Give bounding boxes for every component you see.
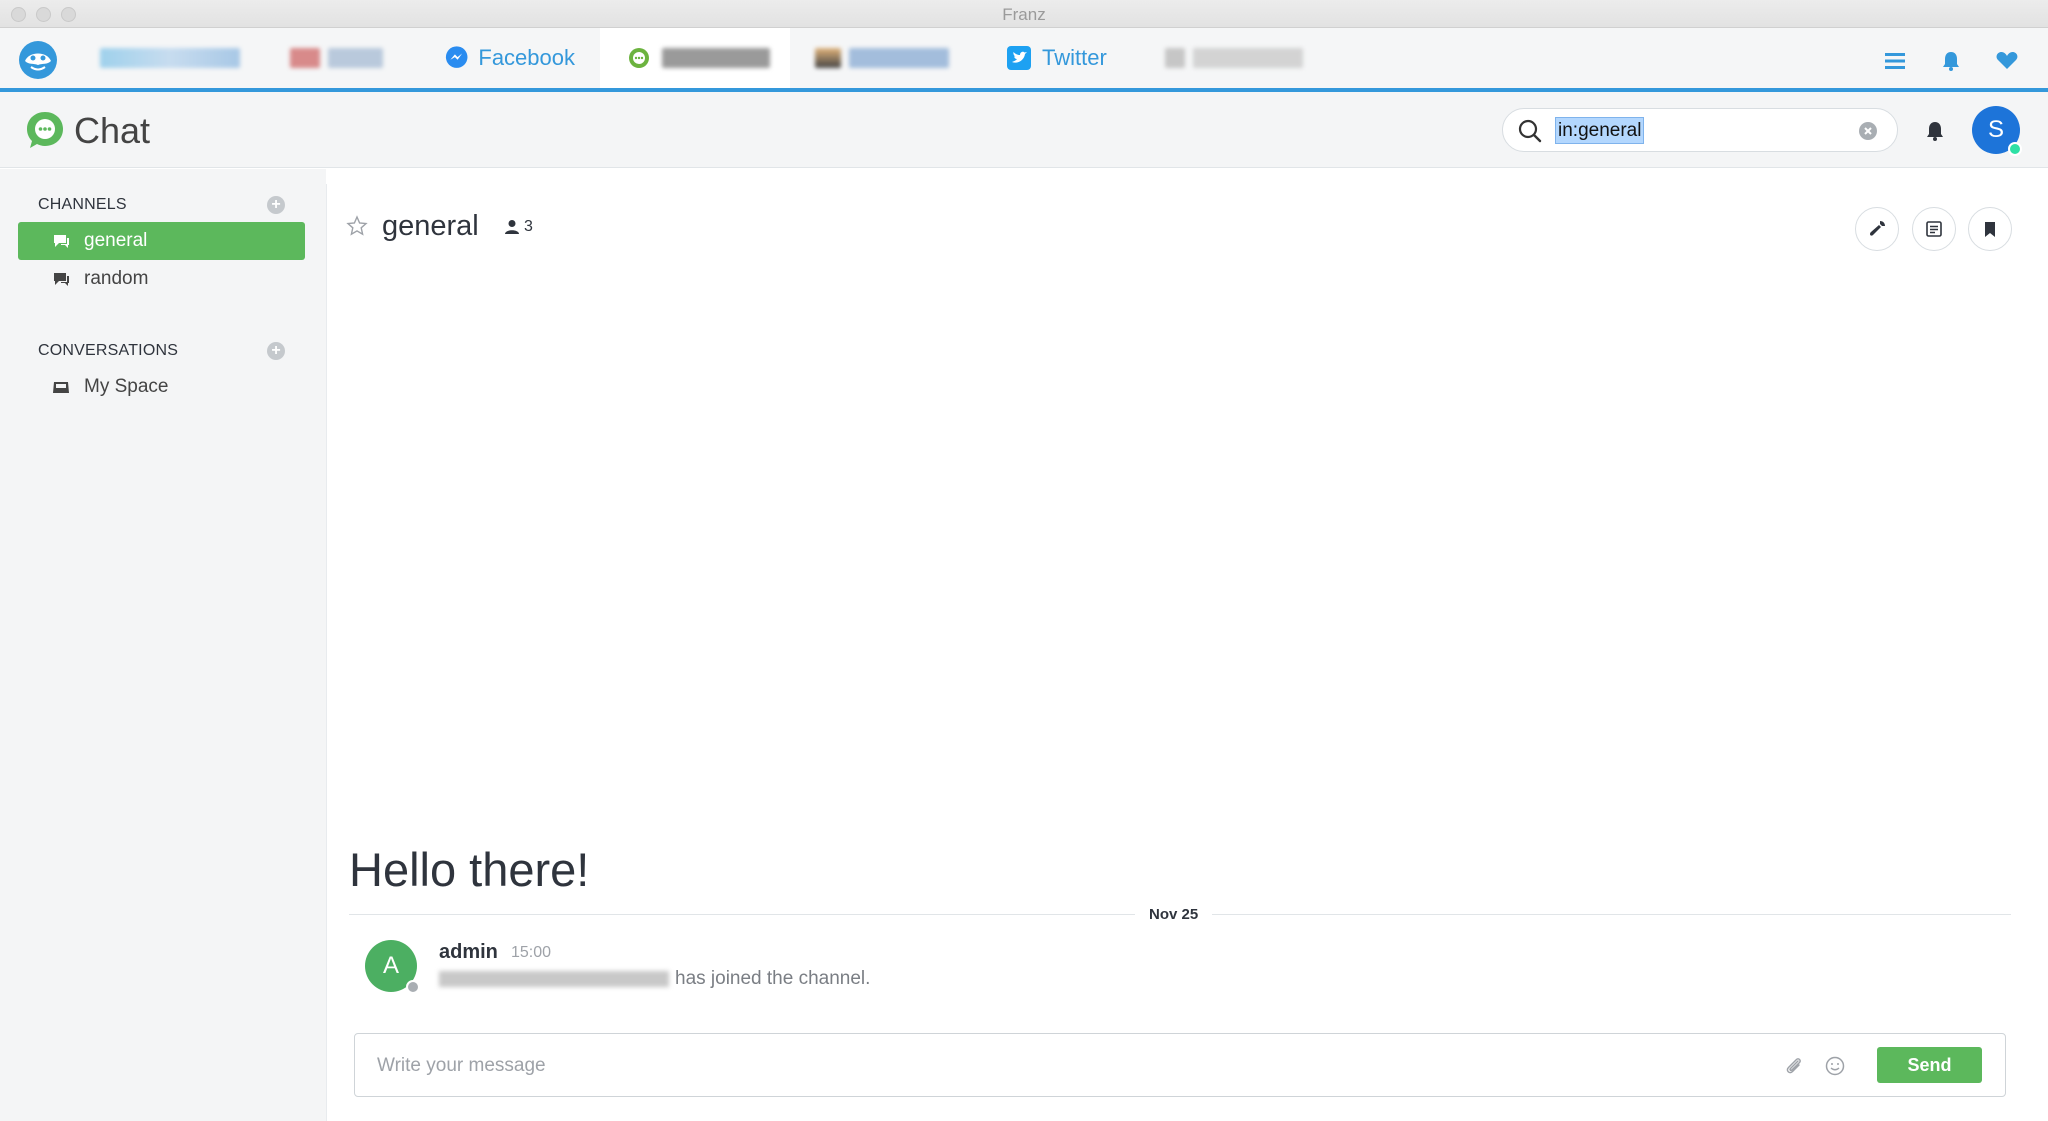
attachment-clip-icon[interactable] <box>1783 1055 1805 1077</box>
message-avatar-initial: A <box>382 952 399 979</box>
members-icon <box>505 220 519 234</box>
blurred-user-name <box>439 971 669 987</box>
sidebar-item-random[interactable]: random <box>18 260 305 298</box>
channel-chat-icon <box>54 235 69 248</box>
sidebar-item-label: general <box>84 230 148 251</box>
search-icon <box>1518 119 1542 143</box>
search-input[interactable] <box>1553 117 1853 145</box>
service-tab-5[interactable] <box>815 28 965 88</box>
inbox-icon <box>53 382 69 393</box>
send-button[interactable]: Send <box>1877 1047 1982 1083</box>
service-tab-7[interactable] <box>1165 28 1325 88</box>
room-panel: general 3 Hello there! Nov 25 A admin 15… <box>326 184 2032 1121</box>
service-tab-facebook[interactable]: Facebook <box>445 28 575 88</box>
message-composer: Send <box>354 1033 2006 1097</box>
message-input[interactable] <box>377 1052 1677 1080</box>
heart-icon[interactable] <box>1994 48 2020 74</box>
sidebar-item-general[interactable]: general <box>18 222 305 260</box>
room-info-button[interactable] <box>1912 207 1956 251</box>
emoji-smiley-icon[interactable] <box>1824 1055 1846 1077</box>
clear-search-icon[interactable] <box>1859 122 1877 140</box>
blurred-service-icon <box>1165 48 1185 68</box>
member-count[interactable]: 3 <box>503 218 533 236</box>
service-tab-1[interactable] <box>100 28 250 88</box>
add-conversation-button[interactable]: + <box>267 342 285 360</box>
online-status-dot <box>2008 142 2022 156</box>
franz-logo-icon[interactable] <box>19 41 57 79</box>
user-avatar-initial: S <box>1987 116 2004 143</box>
service-tab-bar: Facebook Twitter <box>0 28 2048 92</box>
blurred-service-icon <box>815 48 841 68</box>
welcome-message: Hello there! <box>349 843 590 896</box>
member-count-value: 3 <box>524 218 533 235</box>
room-settings-button[interactable] <box>1855 207 1899 251</box>
notifications-bell-icon[interactable] <box>1938 48 1964 74</box>
date-divider-label: Nov 25 <box>1135 906 1213 923</box>
add-channel-button[interactable]: + <box>267 196 285 214</box>
window-title: Franz <box>1002 5 1046 24</box>
sidebar-item-my-space[interactable]: My Space <box>18 368 305 406</box>
service-tab-2[interactable] <box>290 28 400 88</box>
channels-heading: CHANNELS <box>38 196 127 213</box>
channel-chat-icon <box>54 273 69 286</box>
room-title: general <box>382 210 479 242</box>
sidebar: CHANNELS + general random CONVERSATIONS … <box>0 169 326 1121</box>
message-username[interactable]: admin <box>439 941 498 964</box>
sidebar-item-label: My Space <box>84 376 169 397</box>
hamburger-menu-icon[interactable] <box>1882 48 1908 74</box>
conversations-heading: CONVERSATIONS <box>38 342 179 359</box>
message-avatar[interactable]: A <box>365 940 420 994</box>
room-notifications-bell-icon[interactable] <box>1922 118 1948 144</box>
blurred-service-name <box>328 48 383 68</box>
message-body: has joined the channel. <box>439 968 870 990</box>
blurred-service-name <box>1193 48 1303 68</box>
message-text: has joined the channel. <box>675 968 871 989</box>
service-tab-twitter[interactable]: Twitter <box>1006 28 1126 88</box>
tab-label-twitter: Twitter <box>1042 45 1107 70</box>
message-timestamp: 15:00 <box>511 944 552 961</box>
sidebar-item-label: random <box>84 268 149 289</box>
chat-logo-icon <box>27 112 63 148</box>
messenger-icon <box>445 46 468 68</box>
blurred-service-name <box>662 48 770 68</box>
app-title: Chat <box>74 110 151 151</box>
bookmark-icon <box>1985 222 1995 237</box>
pinned-messages-button[interactable] <box>1968 207 2012 251</box>
wrench-icon <box>1870 221 1885 236</box>
chat-service-icon <box>629 48 649 68</box>
details-list-icon <box>1926 221 1942 237</box>
favorite-star-icon[interactable] <box>345 214 369 238</box>
tab-label-facebook: Facebook <box>478 45 575 70</box>
blurred-service-icon <box>290 48 320 68</box>
twitter-icon <box>1007 46 1031 70</box>
service-tab-chat[interactable] <box>600 28 790 88</box>
user-avatar[interactable]: S <box>1972 106 2022 156</box>
offline-status-dot <box>406 980 420 994</box>
blurred-service-name <box>100 48 240 68</box>
app-header: Chat in:general S <box>0 92 2048 168</box>
search-box[interactable]: in:general <box>1502 108 1898 152</box>
window-titlebar: Franz <box>0 0 2048 28</box>
blurred-service-name <box>849 48 949 68</box>
